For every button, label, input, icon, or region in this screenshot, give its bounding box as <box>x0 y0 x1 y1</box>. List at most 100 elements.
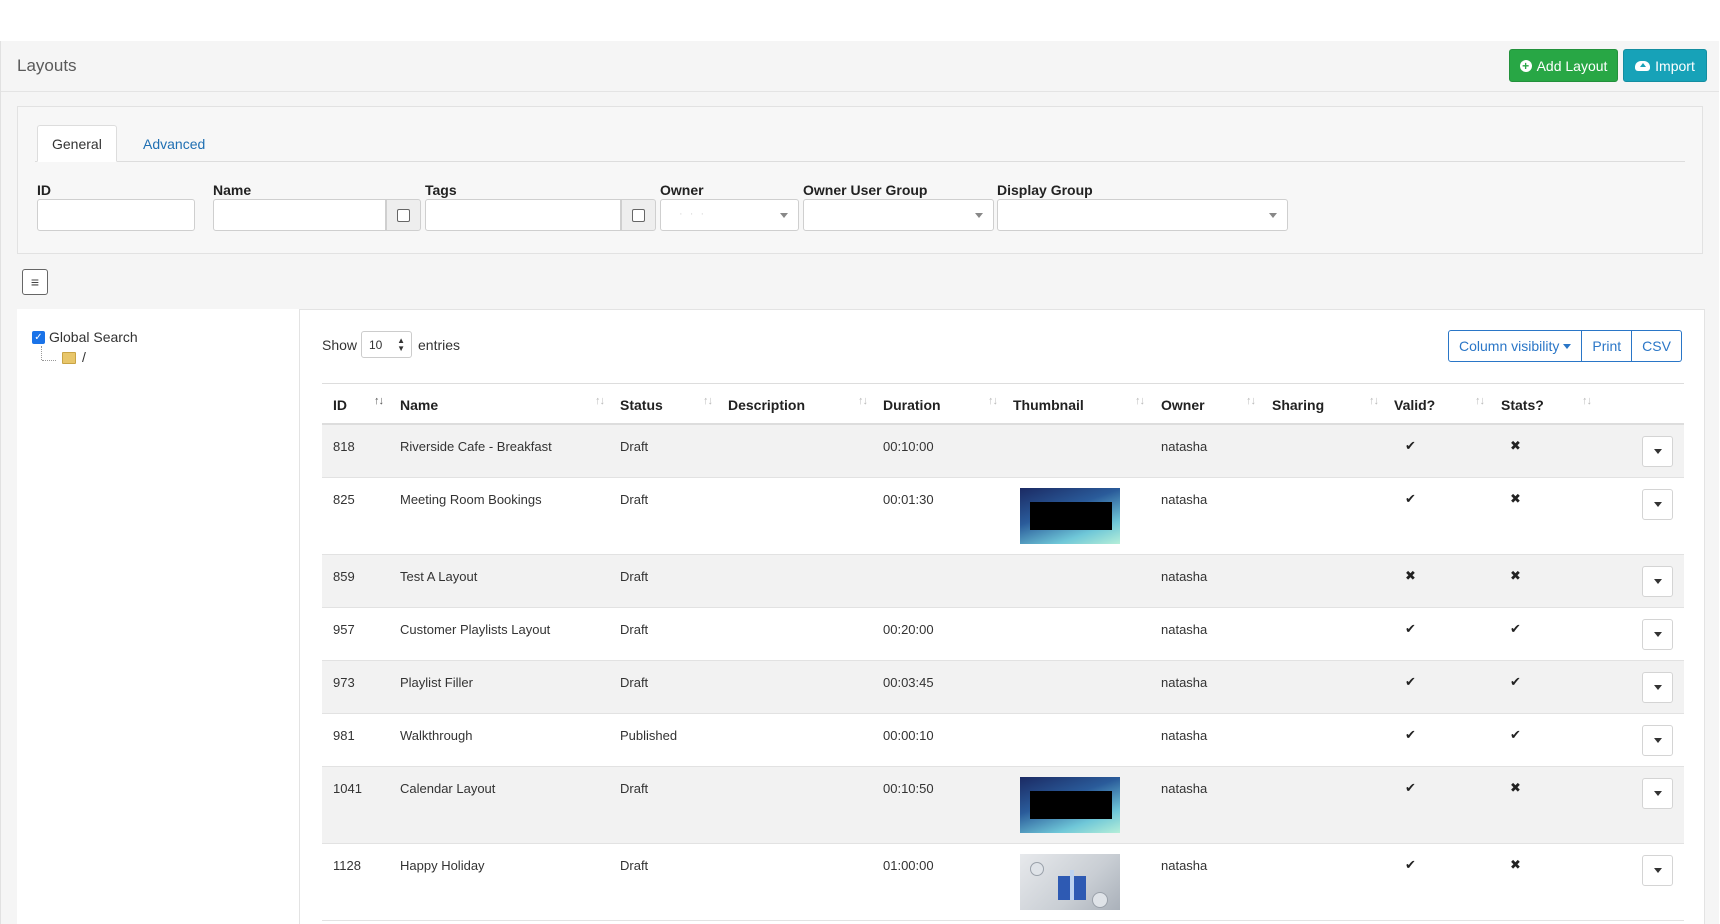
cell-id: 973 <box>333 675 355 690</box>
stats-cross-icon: ✖ <box>1510 491 1521 506</box>
caret-down-icon <box>1653 632 1662 637</box>
name-regex-checkbox[interactable] <box>397 208 410 222</box>
tags-exact-toggle[interactable] <box>621 199 656 231</box>
table-row[interactable]: 825 Meeting Room Bookings Draft 00:01:30… <box>322 478 1684 555</box>
column-header-description[interactable]: Description <box>728 397 805 413</box>
row-actions-button[interactable] <box>1642 566 1673 597</box>
cell-status: Draft <box>620 569 649 584</box>
plus-circle-icon: + <box>1519 59 1532 72</box>
column-header-thumbnail[interactable]: Thumbnail <box>1013 397 1084 413</box>
name-filter-input[interactable] <box>213 199 386 231</box>
cell-owner: natasha <box>1161 675 1208 690</box>
caret-down-icon <box>1653 449 1662 454</box>
column-header-stats[interactable]: Stats? <box>1501 397 1544 413</box>
owner-user-group-label: Owner User Group <box>803 182 928 198</box>
ornament-icon <box>1092 892 1108 908</box>
table-row[interactable]: 859 Test A Layout Draft natasha ✖ ✖ <box>322 555 1684 608</box>
stats-cross-icon: ✖ <box>1510 857 1521 872</box>
ornament-icon <box>1030 862 1044 876</box>
sort-asc-icon[interactable]: ↑↓ <box>374 395 384 407</box>
valid-check-icon: ✔ <box>1405 491 1416 506</box>
folder-icon <box>62 352 76 364</box>
cell-status: Draft <box>620 675 649 690</box>
sort-icon[interactable]: ↑↓ <box>703 395 713 407</box>
table-row[interactable]: 957 Customer Playlists Layout Draft 00:2… <box>322 608 1684 661</box>
caret-down-icon <box>1563 343 1572 349</box>
stats-cross-icon: ✖ <box>1510 438 1521 453</box>
chevron-down-icon <box>780 213 788 218</box>
column-header-id[interactable]: ID <box>333 397 347 413</box>
cell-owner: natasha <box>1161 728 1208 743</box>
page-header: Layouts + Add Layout Import <box>1 41 1719 92</box>
page-length-select[interactable]: 10 ▲ ▼ <box>361 331 412 358</box>
tab-general[interactable]: General <box>37 125 117 162</box>
cell-id: 1041 <box>333 781 362 796</box>
valid-check-icon: ✔ <box>1405 438 1416 453</box>
sort-icon[interactable]: ↑↓ <box>1246 395 1256 407</box>
layout-thumbnail[interactable] <box>1020 488 1120 544</box>
row-actions-button[interactable] <box>1642 436 1673 467</box>
name-regex-toggle[interactable] <box>386 199 421 231</box>
import-button[interactable]: Import <box>1623 49 1707 82</box>
global-search-checkbox[interactable]: ✓ <box>32 331 45 344</box>
stats-check-icon: ✔ <box>1510 621 1521 636</box>
table-row[interactable]: 1128 Happy Holiday Draft 01:00:00 natash… <box>322 844 1684 921</box>
row-actions-button[interactable] <box>1642 778 1673 809</box>
display-group-select[interactable] <box>997 199 1288 231</box>
sort-icon[interactable]: ↑↓ <box>1582 395 1592 407</box>
cell-owner: natasha <box>1161 858 1208 873</box>
row-actions-button[interactable] <box>1642 855 1673 886</box>
id-filter-input[interactable] <box>37 199 195 231</box>
cell-id: 825 <box>333 492 355 507</box>
column-header-name[interactable]: Name <box>400 397 438 413</box>
sort-icon[interactable]: ↑↓ <box>1369 395 1379 407</box>
root-folder-node[interactable]: / <box>82 349 86 365</box>
row-actions-button[interactable] <box>1642 672 1673 703</box>
sort-icon[interactable]: ↑↓ <box>858 395 868 407</box>
column-header-duration[interactable]: Duration <box>883 397 941 413</box>
tab-advanced[interactable]: Advanced <box>129 125 219 162</box>
owner-filter-select[interactable]: · · · <box>660 199 799 231</box>
sort-icon[interactable]: ↑↓ <box>595 395 605 407</box>
table-row[interactable]: 1041 Calendar Layout Draft 00:10:50 nata… <box>322 767 1684 844</box>
table-row[interactable]: 973 Playlist Filler Draft 00:03:45 natas… <box>322 661 1684 714</box>
csv-button[interactable]: CSV <box>1632 330 1682 362</box>
valid-check-icon: ✔ <box>1405 727 1416 742</box>
row-actions-button[interactable] <box>1642 619 1673 650</box>
layout-thumbnail[interactable] <box>1020 777 1120 833</box>
tags-exact-checkbox[interactable] <box>632 208 645 222</box>
chevron-down-icon <box>975 213 983 218</box>
caret-down-icon <box>1653 579 1662 584</box>
cell-status: Published <box>620 728 678 743</box>
show-label: Show <box>322 337 358 353</box>
column-header-valid[interactable]: Valid? <box>1394 397 1435 413</box>
layout-thumbnail[interactable] <box>1020 854 1120 910</box>
page-length-value: 10 <box>369 338 383 352</box>
tags-filter-input[interactable] <box>425 199 621 231</box>
hamburger-icon: ≡ <box>30 274 40 290</box>
cell-duration: 00:10:50 <box>883 781 934 796</box>
row-actions-button[interactable] <box>1642 725 1673 756</box>
folder-tree-toggle-button[interactable]: ≡ <box>22 269 48 295</box>
top-bar <box>0 0 1720 41</box>
owner-user-group-select[interactable] <box>803 199 994 231</box>
column-header-status[interactable]: Status <box>620 397 663 413</box>
add-layout-button[interactable]: + Add Layout <box>1509 49 1618 82</box>
cell-duration: 00:03:45 <box>883 675 934 690</box>
sort-icon[interactable]: ↑↓ <box>1135 395 1145 407</box>
table-row[interactable]: 981 Walkthrough Published 00:00:10 natas… <box>322 714 1684 767</box>
column-header-owner[interactable]: Owner <box>1161 397 1205 413</box>
row-actions-button[interactable] <box>1642 489 1673 520</box>
layouts-page: Layouts + Add Layout Import General Adva… <box>0 41 1719 924</box>
cell-name: Riverside Cafe - Breakfast <box>400 439 552 454</box>
print-button[interactable]: Print <box>1582 330 1633 362</box>
cell-owner: natasha <box>1161 439 1208 454</box>
column-visibility-button[interactable]: Column visibility <box>1448 330 1583 362</box>
cell-name: Meeting Room Bookings <box>400 492 542 507</box>
table-row[interactable]: 818 Riverside Cafe - Breakfast Draft 00:… <box>322 425 1684 478</box>
sort-icon[interactable]: ↑↓ <box>988 395 998 407</box>
tree-connector-horizontal <box>42 360 56 361</box>
column-header-sharing[interactable]: Sharing <box>1272 397 1324 413</box>
cell-id: 859 <box>333 569 355 584</box>
sort-icon[interactable]: ↑↓ <box>1475 395 1485 407</box>
